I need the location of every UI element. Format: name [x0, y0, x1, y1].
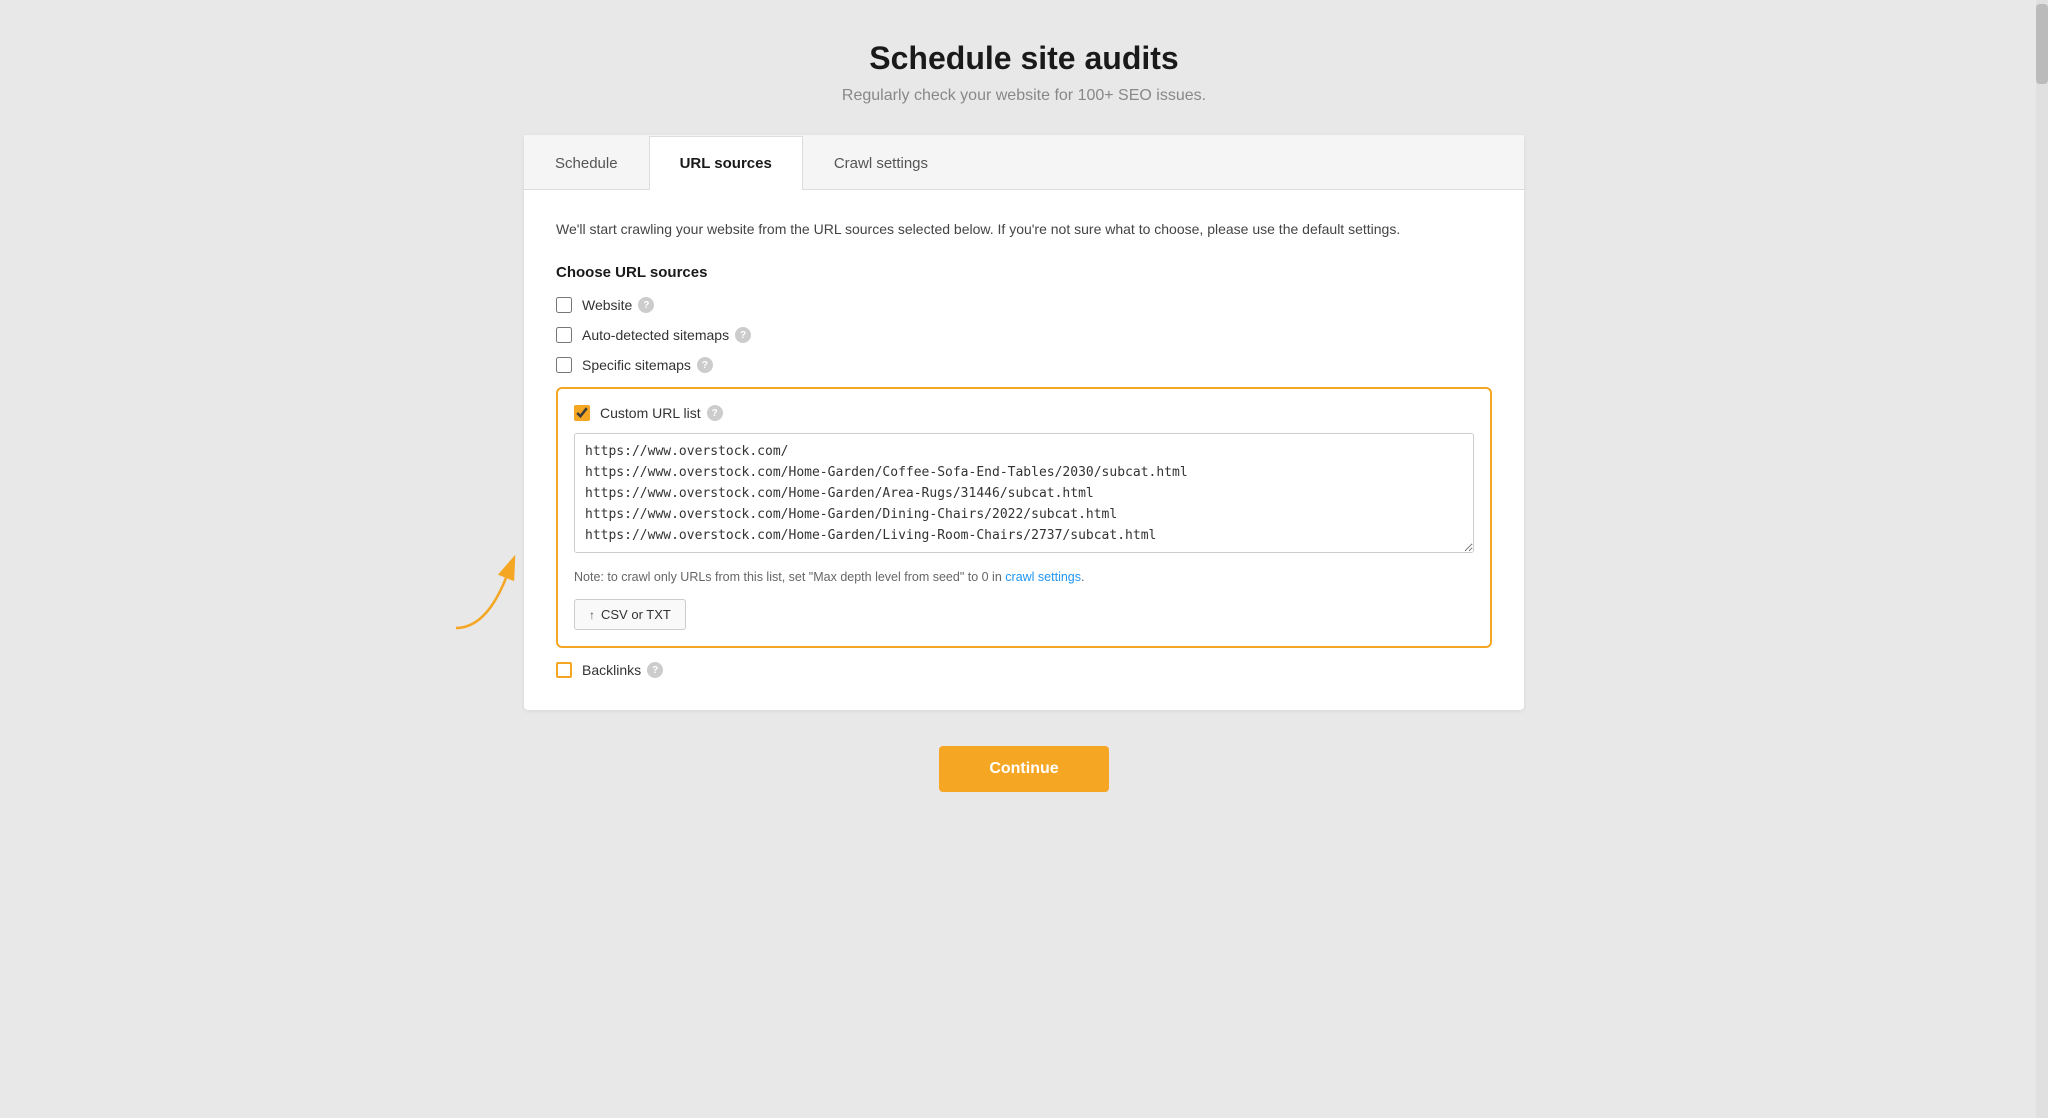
arrow-annotation: [446, 548, 566, 638]
tab-url-sources[interactable]: URL sources: [649, 136, 803, 190]
page-subtitle: Regularly check your website for 100+ SE…: [842, 87, 1206, 105]
auto-sitemaps-row: Auto-detected sitemaps ?: [556, 327, 1492, 343]
csv-upload-button[interactable]: ↑ CSV or TXT: [574, 599, 686, 630]
custom-url-checkbox[interactable]: [574, 405, 590, 421]
continue-button[interactable]: Continue: [939, 746, 1108, 792]
website-label: Website ?: [582, 297, 654, 313]
scrollbar-thumb[interactable]: [2036, 4, 2048, 84]
specific-sitemaps-help-icon[interactable]: ?: [697, 357, 713, 373]
description-text: We'll start crawling your website from t…: [556, 218, 1492, 240]
custom-url-section: Custom URL list ? Note: to crawl only UR…: [556, 387, 1492, 648]
url-textarea-wrapper: [574, 433, 1474, 568]
website-help-icon[interactable]: ?: [638, 297, 654, 313]
url-textarea[interactable]: [574, 433, 1474, 553]
website-checkbox[interactable]: [556, 297, 572, 313]
main-card: Schedule URL sources Crawl settings We'l…: [524, 135, 1524, 710]
scrollbar[interactable]: [2036, 0, 2048, 1118]
upload-icon: ↑: [589, 608, 595, 622]
backlinks-checkbox[interactable]: [556, 662, 572, 678]
auto-sitemaps-help-icon[interactable]: ?: [735, 327, 751, 343]
specific-sitemaps-row: Specific sitemaps ?: [556, 357, 1492, 373]
page-title: Schedule site audits: [842, 40, 1206, 77]
backlinks-container: Backlinks ?: [556, 662, 1492, 678]
tab-schedule[interactable]: Schedule: [524, 136, 649, 190]
tab-crawl-settings[interactable]: Crawl settings: [803, 136, 959, 190]
auto-sitemaps-checkbox[interactable]: [556, 327, 572, 343]
website-row: Website ?: [556, 297, 1492, 313]
custom-url-header: Custom URL list ?: [574, 405, 1474, 421]
backlinks-row: Backlinks ?: [556, 662, 1492, 678]
backlinks-help-icon[interactable]: ?: [647, 662, 663, 678]
card-body: We'll start crawling your website from t…: [524, 190, 1524, 710]
tab-bar: Schedule URL sources Crawl settings: [524, 135, 1524, 190]
specific-sitemaps-checkbox[interactable]: [556, 357, 572, 373]
auto-sitemaps-label: Auto-detected sitemaps ?: [582, 327, 751, 343]
specific-sitemaps-label: Specific sitemaps ?: [582, 357, 713, 373]
custom-url-help-icon[interactable]: ?: [707, 405, 723, 421]
backlinks-label: Backlinks ?: [582, 662, 663, 678]
note-text: Note: to crawl only URLs from this list,…: [574, 568, 1474, 587]
section-title: Choose URL sources: [556, 264, 1492, 281]
crawl-settings-link[interactable]: crawl settings: [1005, 570, 1081, 584]
custom-url-label: Custom URL list ?: [600, 405, 723, 421]
